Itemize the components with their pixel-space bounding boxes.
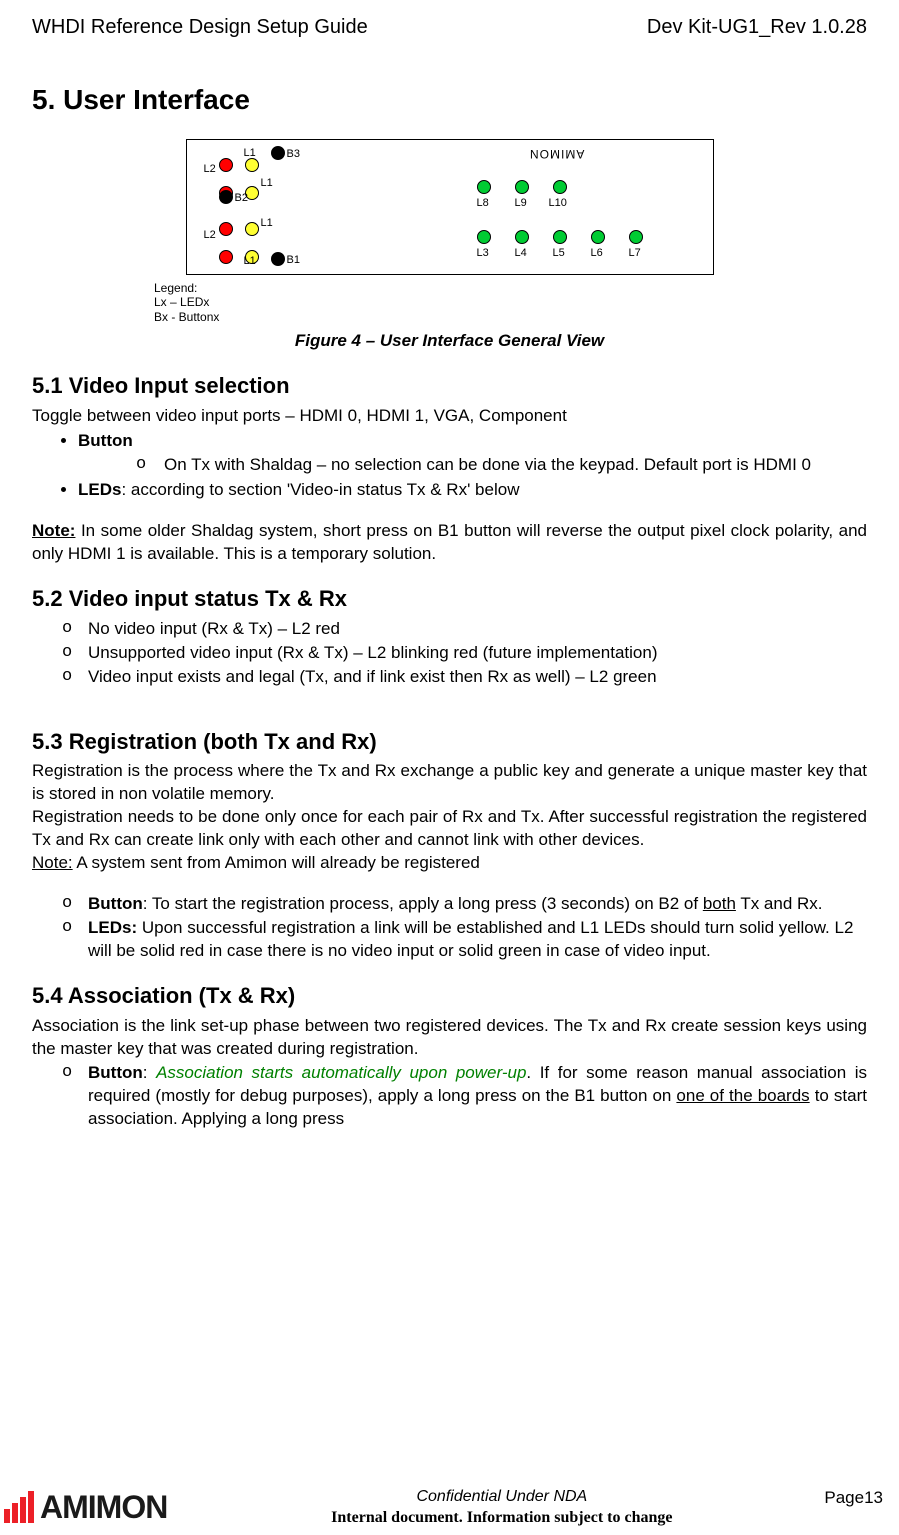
amimon-text: AMIMON — [529, 146, 584, 162]
sub-list: Button: To start the registration proces… — [32, 893, 867, 963]
list-item: Unsupported video input (Rx & Tx) – L2 b… — [88, 642, 867, 665]
legend-line: Lx – LEDx — [154, 295, 219, 309]
led-dot — [553, 230, 567, 244]
diagram-label: L1 — [261, 176, 273, 191]
diagram-label: L6 — [591, 246, 603, 261]
note: Note: A system sent from Amimon will alr… — [32, 852, 867, 875]
footer: AMIMON Confidential Under NDA Internal d… — [0, 1486, 899, 1529]
body-text: both — [703, 894, 736, 913]
label: Button — [78, 431, 133, 450]
diagram-label: B3 — [287, 147, 300, 162]
main-heading: 5. User Interface — [32, 81, 867, 119]
body-text: : according to section 'Video-in status … — [121, 480, 519, 499]
page: WHDI Reference Design Setup Guide Dev Ki… — [0, 0, 899, 1535]
body-text: one of the boards — [676, 1086, 809, 1105]
body-text: Registration needs to be done only once … — [32, 806, 867, 852]
list-item: LEDs: Upon successful registration a lin… — [88, 917, 867, 963]
led-dot — [477, 230, 491, 244]
list-item: LEDs: according to section 'Video-in sta… — [78, 479, 867, 502]
heading-5-3: 5.3 Registration (both Tx and Rx) — [32, 727, 867, 757]
led-dot — [219, 222, 233, 236]
page-number: Page13 — [824, 1487, 883, 1528]
diagram-label: L1 — [261, 216, 273, 231]
led-dot — [245, 222, 259, 236]
header-right: Dev Kit-UG1_Rev 1.0.28 — [647, 14, 867, 41]
body-text: Association starts automatically upon po… — [156, 1063, 526, 1082]
led-dot — [477, 180, 491, 194]
footer-confidential: Confidential Under NDA — [179, 1486, 824, 1508]
legend: Legend: Lx – LEDx Bx - Buttonx — [154, 281, 219, 324]
sub-list: No video input (Rx & Tx) – L2 red Unsupp… — [32, 618, 867, 689]
led-dot — [219, 158, 233, 172]
label: Button — [88, 894, 143, 913]
list-item: Button On Tx with Shaldag – no selection… — [78, 430, 867, 478]
body-text: Association is the link set-up phase bet… — [32, 1015, 867, 1061]
brand-logo: AMIMON — [4, 1486, 167, 1529]
legend-line: Bx - Buttonx — [154, 310, 219, 324]
diagram: L1 B3 L2 L1 B2 L2 L1 L1 B1 AMIMON L8 L9 — [186, 139, 714, 275]
label: Button — [88, 1063, 143, 1082]
note: Note: In some older Shaldag system, shor… — [32, 520, 867, 566]
bullet-list: Button On Tx with Shaldag – no selection… — [32, 430, 867, 503]
diagram-label: L3 — [477, 246, 489, 261]
led-dot — [515, 230, 529, 244]
body-text: Upon successful registration a link will… — [88, 918, 853, 960]
note-label: Note: — [32, 521, 75, 540]
sub-list: On Tx with Shaldag – no selection can be… — [78, 454, 867, 477]
note-label: Note: — [32, 853, 73, 872]
note-body: A system sent from Amimon will already b… — [73, 853, 480, 872]
heading-5-4: 5.4 Association (Tx & Rx) — [32, 981, 867, 1011]
led-dot — [245, 158, 259, 172]
list-item: On Tx with Shaldag – no selection can be… — [164, 454, 867, 477]
figure: L1 B3 L2 L1 B2 L2 L1 L1 B1 AMIMON L8 L9 — [32, 139, 867, 353]
list-item: Video input exists and legal (Tx, and if… — [88, 666, 867, 689]
sub-list: Button: Association starts automatically… — [32, 1062, 867, 1131]
diagram-label: L7 — [629, 246, 641, 261]
diagram-label: B2 — [235, 191, 248, 206]
body-text: : To start the registration process, app… — [143, 894, 703, 913]
footer-internal: Internal document. Information subject t… — [179, 1507, 824, 1529]
body-text: : — [143, 1063, 156, 1082]
button-dot — [219, 190, 233, 204]
body-text: Toggle between video input ports – HDMI … — [32, 405, 867, 428]
led-dot — [515, 180, 529, 194]
diagram-label: L9 — [515, 196, 527, 211]
label: LEDs — [78, 480, 121, 499]
footer-center: Confidential Under NDA Internal document… — [179, 1486, 824, 1529]
led-dot — [629, 230, 643, 244]
label: LEDs: — [88, 918, 137, 937]
list-item: Button: Association starts automatically… — [88, 1062, 867, 1131]
list-item: No video input (Rx & Tx) – L2 red — [88, 618, 867, 641]
heading-5-2: 5.2 Video input status Tx & Rx — [32, 584, 867, 614]
logo-bars-icon — [4, 1491, 34, 1523]
diagram-label: L2 — [204, 228, 216, 243]
body-text: Registration is the process where the Tx… — [32, 760, 867, 806]
diagram-label: B1 — [287, 253, 300, 268]
led-dot — [553, 180, 567, 194]
diagram-label: L8 — [477, 196, 489, 211]
legend-title: Legend: — [154, 281, 219, 295]
button-dot — [271, 146, 285, 160]
diagram-label: L1 — [244, 254, 256, 269]
button-dot — [271, 252, 285, 266]
brand-text: AMIMON — [40, 1486, 167, 1529]
diagram-label: L10 — [549, 196, 567, 211]
diagram-label: L5 — [553, 246, 565, 261]
top-header: WHDI Reference Design Setup Guide Dev Ki… — [32, 14, 867, 41]
led-dot — [591, 230, 605, 244]
diagram-label: L2 — [204, 162, 216, 177]
heading-5-1: 5.1 Video Input selection — [32, 371, 867, 401]
diagram-label: L4 — [515, 246, 527, 261]
body-text: Tx and Rx. — [736, 894, 823, 913]
note-body: In some older Shaldag system, short pres… — [32, 521, 867, 563]
list-item: Button: To start the registration proces… — [88, 893, 867, 916]
header-left: WHDI Reference Design Setup Guide — [32, 14, 368, 41]
figure-caption: Figure 4 – User Interface General View — [295, 330, 604, 353]
